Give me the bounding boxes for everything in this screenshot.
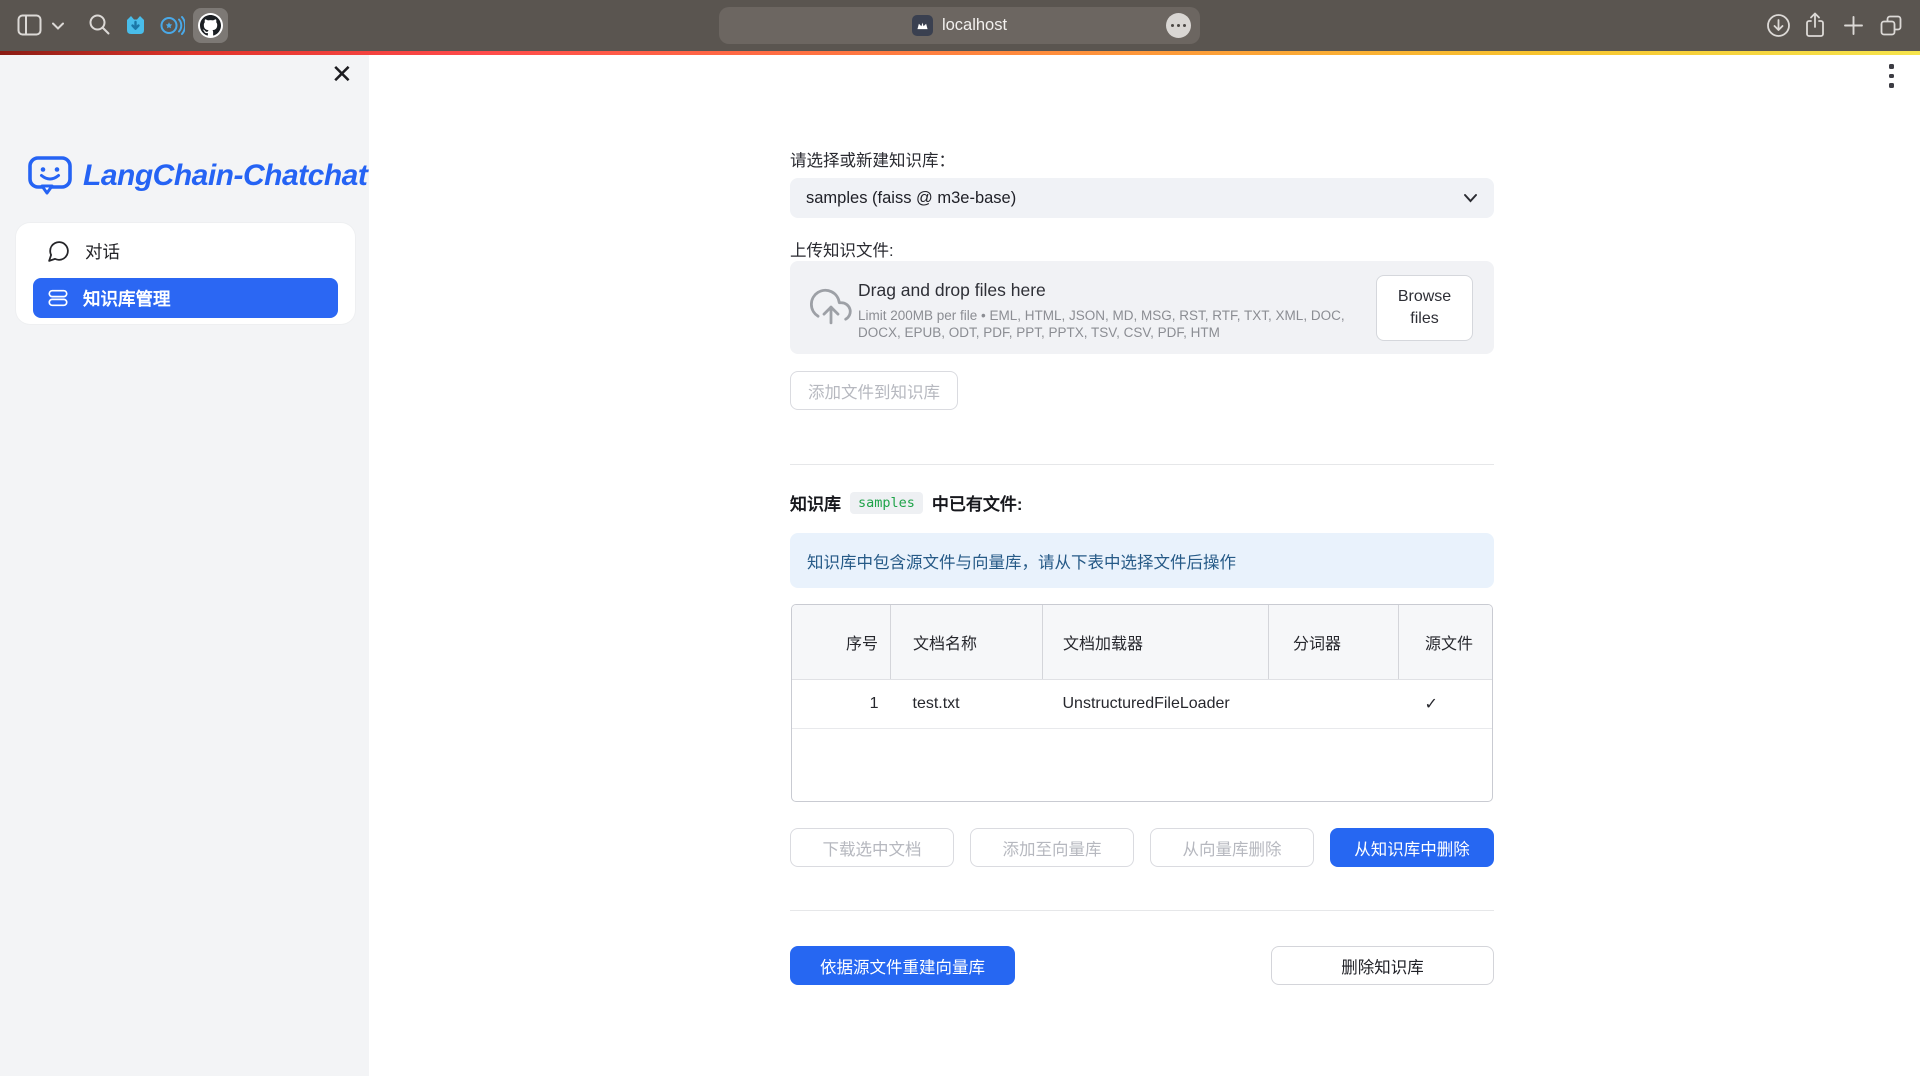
- address-url: localhost: [942, 16, 1007, 35]
- col-header-loader: 文档加载器: [1043, 605, 1269, 680]
- delete-from-kb-button[interactable]: 从知识库中删除: [1330, 828, 1494, 867]
- table-row[interactable]: 1 test.txt UnstructuredFileLoader ✓ ✓: [792, 680, 1493, 729]
- table-header-row: 序号 文档名称 文档加载器 分词器 源文件 向量库: [792, 605, 1493, 680]
- sidebar-item-label: 对话: [85, 239, 120, 264]
- tab-overview-icon[interactable]: [1878, 13, 1904, 38]
- kb-files-table: 序号 文档名称 文档加载器 分词器 源文件 向量库 1 test.txt Uns…: [791, 604, 1493, 802]
- select-chevron-icon: [1463, 193, 1478, 203]
- site-favicon: [912, 15, 933, 36]
- cell-index: 1: [792, 680, 891, 729]
- sidebar-item-knowledge-base[interactable]: 知识库管理: [33, 278, 338, 318]
- address-bar[interactable]: localhost: [719, 7, 1200, 44]
- download-selected-button[interactable]: 下载选中文档: [790, 828, 954, 867]
- dropzone-hint: Limit 200MB per file • EML, HTML, JSON, …: [858, 307, 1390, 341]
- page-settings-icon[interactable]: [1166, 13, 1191, 38]
- rebuild-vector-store-button[interactable]: 依据源文件重建向量库: [790, 946, 1015, 985]
- cell-source-check: ✓: [1399, 680, 1494, 729]
- add-files-to-kb-button[interactable]: 添加文件到知识库: [790, 371, 958, 410]
- kb-name-code: samples: [850, 492, 923, 514]
- search-icon[interactable]: [88, 13, 111, 36]
- cell-splitter: [1269, 680, 1399, 729]
- app-logo-text: LangChain-Chatchat: [83, 159, 367, 193]
- sidebar-nav: 对话 知识库管理: [16, 223, 355, 324]
- divider: [790, 464, 1494, 465]
- sidebar-toggle-icon[interactable]: [17, 14, 42, 36]
- col-header-filename: 文档名称: [891, 605, 1043, 680]
- github-logo: [198, 13, 223, 38]
- share-icon[interactable]: [1803, 11, 1827, 39]
- screen: localhost ✕: [0, 0, 1920, 1080]
- downloads-icon[interactable]: [1766, 13, 1791, 38]
- close-sidebar-icon[interactable]: ✕: [331, 61, 353, 87]
- kb-select-value: samples (faiss @ m3e-base): [806, 189, 1016, 208]
- col-header-index: 序号: [792, 605, 891, 680]
- kb-select-label: 请选择或新建知识库：: [790, 147, 955, 171]
- github-extension-icon[interactable]: [193, 8, 228, 43]
- app-menu-icon[interactable]: [1889, 64, 1894, 88]
- dropzone-title: Drag and drop files here: [858, 280, 1046, 301]
- delete-kb-button[interactable]: 删除知识库: [1271, 946, 1494, 985]
- browser-toolbar: localhost: [0, 0, 1920, 51]
- upload-cloud-icon: [810, 287, 852, 329]
- chat-bubble-icon: [46, 239, 71, 264]
- heading-prefix: 知识库: [790, 490, 841, 515]
- kb-select[interactable]: samples (faiss @ m3e-base): [790, 178, 1494, 218]
- cell-loader: UnstructuredFileLoader: [1043, 680, 1269, 729]
- kb-files-heading: 知识库 samples 中已有文件:: [790, 490, 1023, 515]
- col-header-source: 源文件: [1399, 605, 1494, 680]
- heading-suffix: 中已有文件:: [932, 490, 1023, 515]
- cell-filename: test.txt: [891, 680, 1043, 729]
- sidebar: ✕ LangChain-Chatchat 对: [0, 55, 369, 1076]
- rings-extension-icon[interactable]: [159, 13, 185, 38]
- delete-from-vector-button[interactable]: 从向量库删除: [1150, 828, 1314, 867]
- sidebar-item-dialogue[interactable]: 对话: [16, 229, 355, 274]
- add-to-vector-store-button[interactable]: 添加至向量库: [970, 828, 1134, 867]
- new-tab-icon[interactable]: [1842, 14, 1865, 37]
- logo-chat-bubble-icon: [27, 155, 73, 197]
- knowledge-base-icon: [47, 287, 69, 309]
- file-dropzone[interactable]: Drag and drop files here Limit 200MB per…: [790, 261, 1494, 354]
- app-logo: LangChain-Chatchat: [27, 155, 367, 197]
- cat-extension-icon[interactable]: [123, 13, 148, 38]
- col-header-splitter: 分词器: [1269, 605, 1399, 680]
- file-actions-row: 下载选中文档 添加至向量库 从向量库删除 从知识库中删除: [790, 828, 1494, 867]
- browse-files-button[interactable]: Browse files: [1376, 275, 1473, 341]
- sidebar-item-label: 知识库管理: [83, 286, 171, 311]
- divider: [790, 910, 1494, 911]
- upload-label: 上传知识文件:: [790, 237, 894, 261]
- info-banner: 知识库中包含源文件与向量库，请从下表中选择文件后操作: [790, 533, 1494, 588]
- chevron-down-icon[interactable]: [52, 22, 64, 30]
